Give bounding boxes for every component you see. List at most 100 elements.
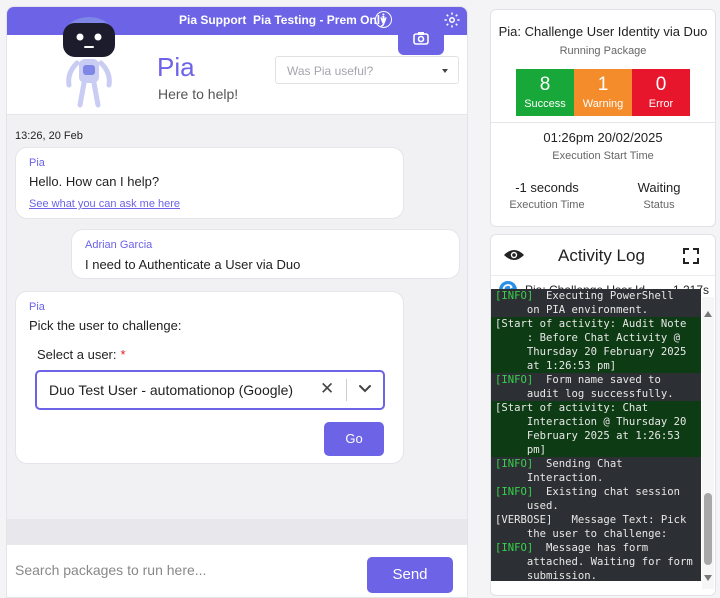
user-select-value: Duo Test User - automationop (Google) bbox=[49, 382, 294, 398]
select-divider bbox=[346, 379, 347, 401]
log-line-text: Thursday 20 February 2025 bbox=[495, 346, 687, 358]
log-line-text: submission. bbox=[495, 570, 598, 581]
log-line: Interaction @ Thursday 20 bbox=[491, 415, 701, 429]
message-sender: Pia bbox=[29, 301, 45, 313]
log-line-text: Sending Chat bbox=[533, 458, 623, 470]
message-text: Pick the user to challenge: bbox=[29, 318, 182, 333]
card-divider bbox=[491, 122, 715, 123]
log-line-text: Interaction. bbox=[495, 472, 604, 484]
log-scrollbar[interactable] bbox=[702, 297, 714, 589]
log-line-text: Form name saved to bbox=[533, 374, 661, 386]
chat-message-bot: Pia Hello. How can I help? See what you … bbox=[15, 147, 404, 219]
status-label: Status bbox=[643, 199, 675, 211]
log-line-text: on PIA environment. bbox=[495, 304, 649, 316]
robot-avatar bbox=[63, 17, 115, 108]
log-line-text: [VERBOSE] Message Text: Pick bbox=[495, 514, 687, 526]
log-level-tag: [INFO] bbox=[495, 458, 534, 470]
log-line: February 2025 at 1:26:53 bbox=[491, 429, 701, 443]
log-line: [VERBOSE] Message Text: Pick bbox=[491, 513, 701, 527]
eye-icon[interactable] bbox=[503, 247, 525, 263]
log-line-text: the user to challenge: bbox=[495, 528, 668, 540]
camera-icon bbox=[413, 32, 429, 45]
exec-time-label: Execution Time bbox=[509, 199, 585, 211]
activity-log-title: Activity Log bbox=[558, 246, 645, 265]
log-line-text: Executing PowerShell bbox=[533, 290, 674, 302]
user-select[interactable]: Duo Test User - automationop (Google) ✕ bbox=[35, 370, 385, 410]
scroll-up-icon[interactable] bbox=[704, 311, 712, 317]
feedback-select[interactable]: Was Pia useful? bbox=[275, 56, 459, 84]
start-time-value: 01:26pm 20/02/2025 bbox=[543, 130, 663, 145]
chat-footer-band bbox=[7, 519, 467, 545]
log-level-tag: [INFO] bbox=[495, 374, 534, 386]
chat-message-form: Pia Pick the user to challenge: Select a… bbox=[15, 291, 404, 464]
go-button[interactable]: Go bbox=[324, 422, 384, 456]
exec-time-value: -1 seconds bbox=[515, 180, 579, 195]
log-line: audit log successfully. bbox=[491, 387, 701, 401]
log-line: submission. bbox=[491, 569, 701, 581]
chat-message-user: Adrian Garcia I need to Authenticate a U… bbox=[71, 229, 460, 279]
warning-count: 1 Warning bbox=[574, 69, 632, 116]
log-level-tag: [INFO] bbox=[495, 542, 534, 554]
chat-timestamp: 13:26, 20 Feb bbox=[15, 130, 83, 142]
success-count: 8 Success bbox=[516, 69, 574, 116]
log-line: : Before Chat Activity @ bbox=[491, 331, 701, 345]
log-line: [Start of activity: Audit Note bbox=[491, 317, 701, 331]
assistant-name: Pia bbox=[157, 52, 195, 82]
required-mark: * bbox=[120, 347, 126, 362]
log-line: Interaction. bbox=[491, 471, 701, 485]
screenshot-button[interactable] bbox=[398, 21, 444, 55]
info-icon[interactable]: i bbox=[375, 11, 392, 28]
scroll-down-icon[interactable] bbox=[704, 575, 712, 581]
log-line-text: Message has form bbox=[533, 542, 649, 554]
log-console[interactable]: [INFO] Executing PowerShell on PIA envir… bbox=[491, 289, 701, 581]
help-link[interactable]: See what you can ask me here bbox=[29, 198, 180, 210]
log-line: [INFO] Executing PowerShell bbox=[491, 289, 701, 303]
log-level-tag: [INFO] bbox=[495, 290, 534, 302]
caret-down-icon bbox=[442, 69, 448, 73]
chevron-down-icon[interactable] bbox=[357, 382, 373, 396]
log-level-tag: [INFO] bbox=[495, 486, 534, 498]
log-line: [INFO] Form name saved to bbox=[491, 373, 701, 387]
log-line-text: audit log successfully. bbox=[495, 388, 674, 400]
activity-log-panel: Activity Log Pia: Challenge User Identit… bbox=[490, 234, 716, 596]
log-line: at 1:26:53 pm] bbox=[491, 359, 701, 373]
log-line-text: : Before Chat Activity @ bbox=[495, 332, 680, 344]
log-line-text: used. bbox=[495, 500, 559, 512]
clear-icon[interactable]: ✕ bbox=[320, 379, 334, 399]
log-line: [INFO] Existing chat session bbox=[491, 485, 701, 499]
status-value: Waiting bbox=[637, 180, 681, 195]
log-line: attached. Waiting for form bbox=[491, 555, 701, 569]
log-line: [INFO] Sending Chat bbox=[491, 457, 701, 471]
workspace-label[interactable]: Pia Testing - Prem Only bbox=[253, 13, 387, 27]
log-line-text: [Start of activity: Chat bbox=[495, 402, 649, 414]
scroll-thumb[interactable] bbox=[704, 493, 712, 565]
log-line-text: February 2025 at 1:26:53 bbox=[495, 430, 680, 442]
log-line: pm] bbox=[491, 443, 701, 457]
package-status-card: Pia: Challenge User Identity via Duo Run… bbox=[490, 9, 716, 227]
activity-log-header: Activity Log bbox=[491, 235, 715, 275]
message-sender: Adrian Garcia bbox=[85, 239, 153, 251]
message-sender: Pia bbox=[29, 157, 45, 169]
search-input[interactable] bbox=[15, 553, 355, 587]
feedback-placeholder: Was Pia useful? bbox=[287, 64, 374, 78]
log-line: [Start of activity: Chat bbox=[491, 401, 701, 415]
log-line: the user to challenge: bbox=[491, 527, 701, 541]
log-line: on PIA environment. bbox=[491, 303, 701, 317]
chat-panel: Pia Support Pia Testing - Prem Only i Pi… bbox=[6, 6, 468, 598]
log-line-text: attached. Waiting for form bbox=[495, 556, 693, 568]
log-line-text: at 1:26:53 pm] bbox=[495, 360, 617, 372]
message-text: Hello. How can I help? bbox=[29, 174, 160, 189]
log-line-text: Interaction @ Thursday 20 bbox=[495, 416, 687, 428]
send-button[interactable]: Send bbox=[367, 557, 453, 593]
result-counts: 8 Success 1 Warning 0 Error bbox=[516, 69, 690, 116]
gear-icon[interactable] bbox=[443, 11, 461, 29]
pia-support-link[interactable]: Pia Support bbox=[179, 13, 246, 27]
error-count: 0 Error bbox=[632, 69, 690, 116]
log-line: [INFO] Message has form bbox=[491, 541, 701, 555]
message-text: I need to Authenticate a User via Duo bbox=[85, 257, 301, 272]
assistant-subtitle: Here to help! bbox=[158, 86, 239, 102]
log-line-text: [Start of activity: Audit Note bbox=[495, 318, 687, 330]
package-state: Running Package bbox=[559, 45, 647, 57]
log-line-text: pm] bbox=[495, 444, 547, 456]
expand-icon[interactable] bbox=[683, 248, 699, 264]
